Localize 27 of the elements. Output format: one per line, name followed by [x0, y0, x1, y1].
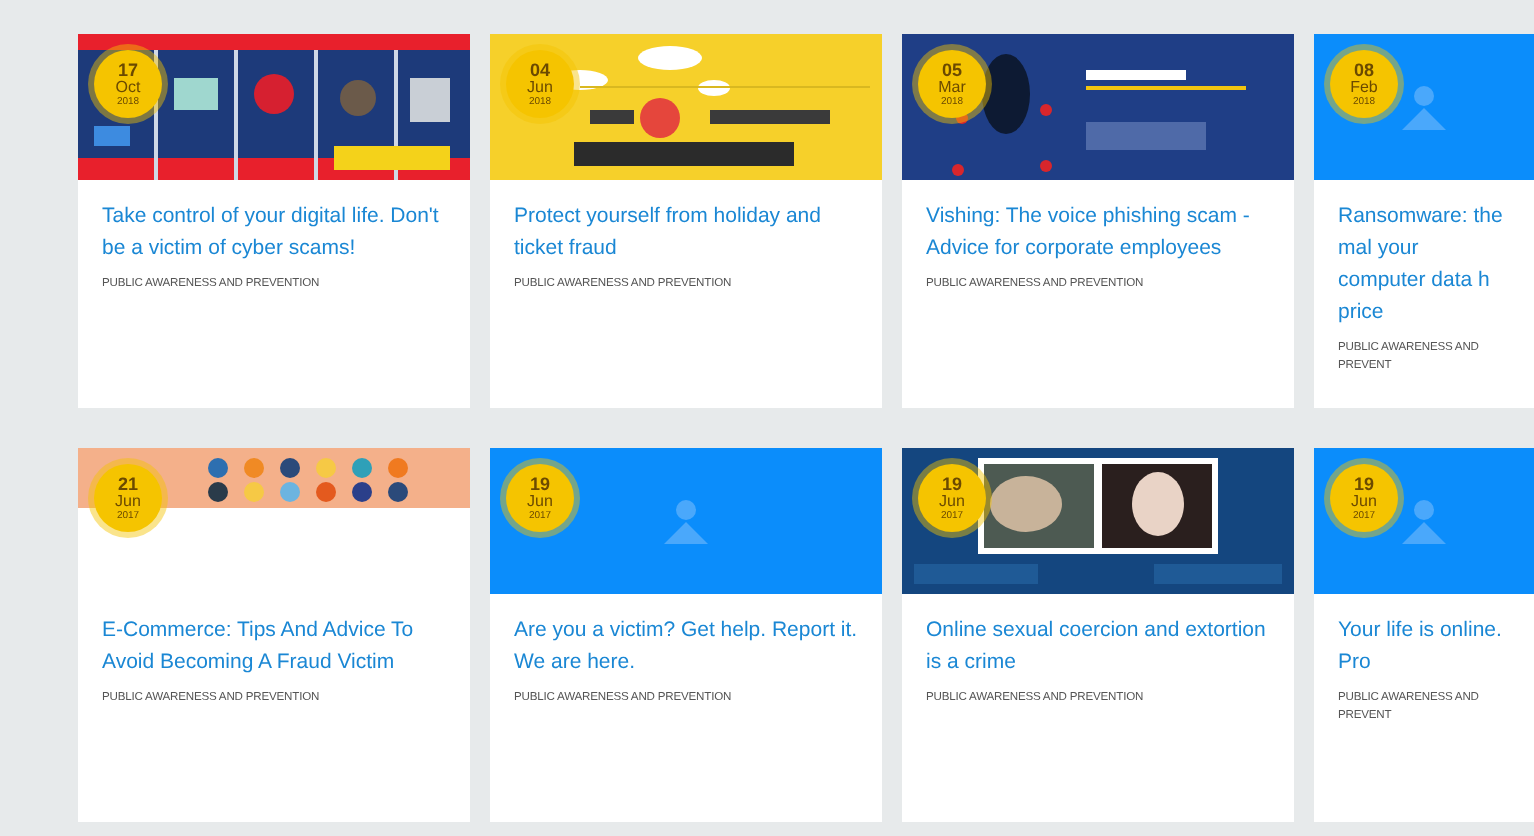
- date-month: Jun: [115, 493, 141, 509]
- person-icon: [1398, 495, 1450, 547]
- date-day: 04: [529, 61, 550, 79]
- date-day: 05: [941, 61, 962, 79]
- article-title-link[interactable]: Take control of your digital life. Don't be a victim of cyber scams!: [78, 180, 470, 264]
- article-title-link[interactable]: Protect yourself from holiday and ticket fraud: [490, 180, 882, 264]
- article-title-link[interactable]: E-Commerce: Tips And Advice To Avoid Becoming A Fraud Victim: [78, 594, 470, 678]
- date-month: Jun: [1351, 493, 1377, 509]
- article-title-link[interactable]: Online sexual coercion and extortion is a crime: [902, 594, 1294, 678]
- date-day: 17: [117, 61, 138, 79]
- date-day: 19: [941, 475, 962, 493]
- date-day: 19: [1353, 475, 1374, 493]
- person-icon: [1398, 81, 1450, 133]
- date-day: 21: [117, 475, 138, 493]
- article-title-link[interactable]: Ransomware: the mal your computer data h price: [1314, 180, 1534, 328]
- article-title-link[interactable]: Are you a victim? Get help. Report it. We are here.: [490, 594, 882, 678]
- date-month: Feb: [1350, 79, 1378, 95]
- article-title-link[interactable]: Vishing: The voice phishing scam - Advice for corporate employees: [902, 180, 1294, 264]
- date-day: 08: [1353, 61, 1374, 79]
- article-title-link[interactable]: Your life is online. Pro: [1314, 594, 1534, 678]
- date-month: Oct: [115, 79, 141, 95]
- date-day: 19: [529, 475, 550, 493]
- person-icon: [660, 495, 712, 547]
- date-month: Jun: [939, 493, 965, 509]
- date-month: Jun: [527, 493, 553, 509]
- date-month: Jun: [527, 79, 553, 95]
- date-month: Mar: [938, 79, 966, 95]
